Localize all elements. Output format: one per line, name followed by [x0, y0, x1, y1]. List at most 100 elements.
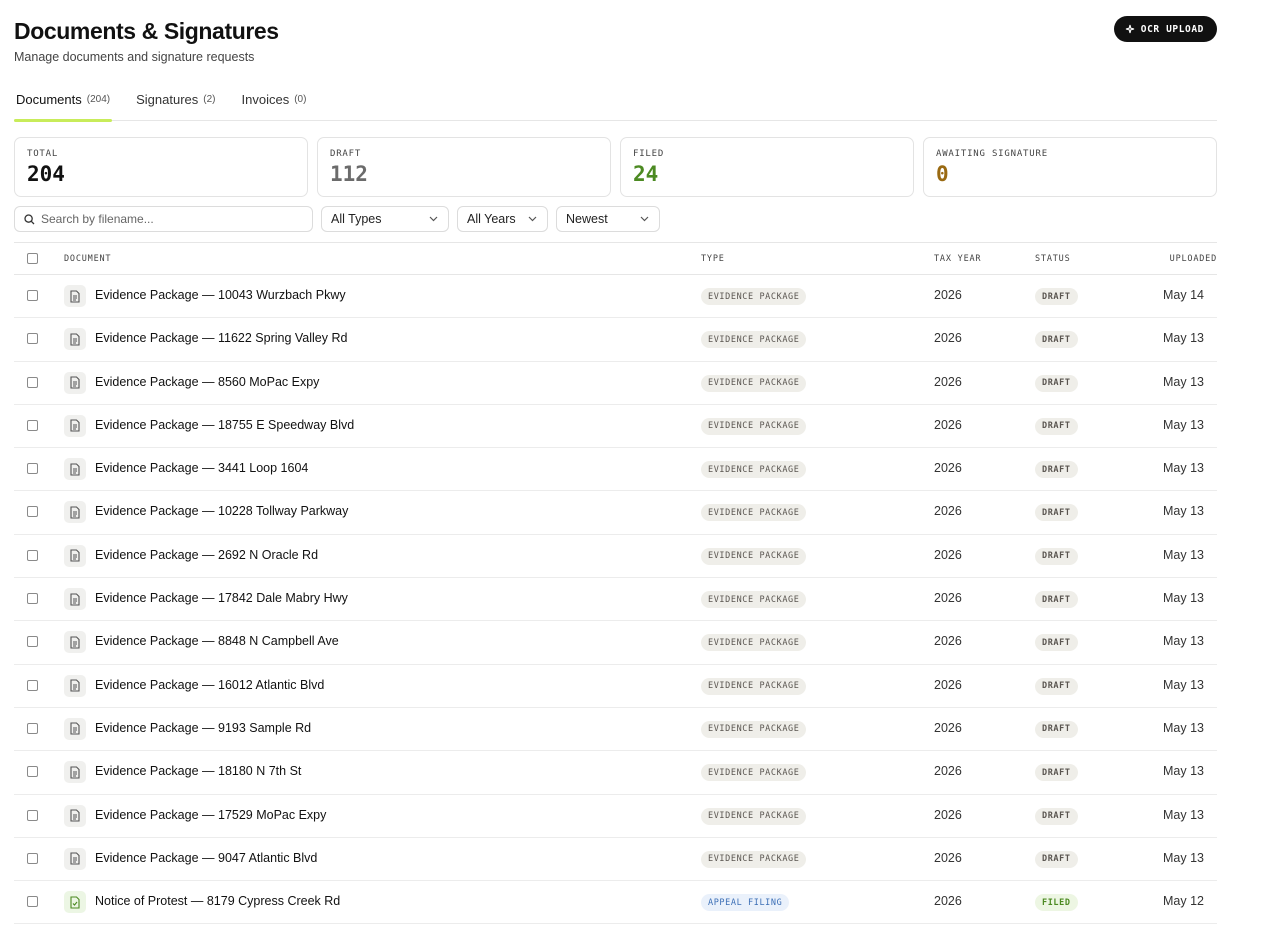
document-icon-wrap [64, 717, 86, 740]
document-name[interactable]: Evidence Package — 18755 E Speedway Blvd [95, 418, 354, 432]
chevron-down-icon [640, 216, 649, 222]
column-header-type[interactable]: TYPE [701, 254, 725, 264]
row-checkbox[interactable] [27, 679, 38, 691]
document-name[interactable]: Evidence Package — 18180 N 7th St [95, 764, 301, 778]
table-row[interactable]: Evidence Package — 8560 MoPac Expy EVIDE… [14, 362, 1217, 405]
status-badge: DRAFT [1035, 634, 1078, 652]
tax-year: 2026 [934, 807, 962, 822]
status-badge: DRAFT [1035, 331, 1078, 349]
type-filter-select[interactable]: All Types [321, 206, 449, 232]
type-badge: EVIDENCE PACKAGE [701, 374, 807, 392]
tax-year: 2026 [934, 677, 962, 692]
row-checkbox[interactable] [27, 722, 38, 734]
tab-label: Invoices [241, 92, 290, 107]
row-checkbox[interactable] [27, 333, 38, 345]
row-checkbox[interactable] [27, 766, 38, 778]
page-subtitle: Manage documents and signature requests [14, 50, 255, 64]
stat-label: AWAITING SIGNATURE [936, 149, 1048, 159]
uploaded-date: May 12 [1163, 894, 1204, 909]
search-input[interactable] [41, 212, 291, 226]
tax-year: 2026 [934, 634, 962, 649]
document-name[interactable]: Evidence Package — 8560 MoPac Expy [95, 375, 319, 389]
row-checkbox[interactable] [27, 376, 38, 388]
document-icon-wrap [64, 371, 86, 394]
table-row[interactable]: Notice of Protest — 8179 Cypress Creek R… [14, 881, 1217, 925]
table-row[interactable]: Evidence Package — 9047 Atlantic Blvd EV… [14, 838, 1217, 882]
type-badge: EVIDENCE PACKAGE [701, 850, 807, 868]
document-name[interactable]: Evidence Package — 17842 Dale Mabry Hwy [95, 591, 348, 605]
table-row[interactable]: Evidence Package — 18180 N 7th St EVIDEN… [14, 751, 1217, 795]
table-row[interactable]: Evidence Package — 8848 N Campbell Ave E… [14, 621, 1217, 665]
document-name[interactable]: Evidence Package — 10043 Wurzbach Pkwy [95, 288, 346, 302]
table-row[interactable]: Evidence Package — 2692 N Oracle Rd EVID… [14, 535, 1217, 579]
table-row[interactable]: Evidence Package — 17529 MoPac Expy EVID… [14, 795, 1217, 838]
status-badge: DRAFT [1035, 720, 1078, 738]
tab-invoices[interactable]: Invoices (0) [240, 83, 309, 121]
stat-value: 112 [330, 162, 368, 186]
row-checkbox[interactable] [27, 636, 38, 648]
column-header-status[interactable]: STATUS [1035, 254, 1071, 264]
document-name[interactable]: Evidence Package — 3441 Loop 1604 [95, 461, 308, 475]
uploaded-date: May 13 [1163, 850, 1204, 865]
row-checkbox[interactable] [27, 506, 38, 518]
column-header-tax-year[interactable]: TAX YEAR [934, 254, 981, 264]
table-row[interactable]: Evidence Package — 9193 Sample Rd EVIDEN… [14, 708, 1217, 752]
row-checkbox[interactable] [27, 593, 38, 605]
document-name[interactable]: Evidence Package — 16012 Atlantic Blvd [95, 678, 324, 692]
document-icon-wrap [64, 458, 86, 481]
year-filter-select[interactable]: All Years [457, 206, 548, 232]
tab-documents[interactable]: Documents (204) [14, 83, 113, 122]
document-name[interactable]: Evidence Package — 17529 MoPac Expy [95, 808, 326, 822]
document-name[interactable]: Evidence Package — 11622 Spring Valley R… [95, 331, 347, 345]
document-name[interactable]: Evidence Package — 9047 Atlantic Blvd [95, 851, 317, 865]
stat-card-filed: FILED 24 [620, 137, 914, 197]
document-name[interactable]: Evidence Package — 8848 N Campbell Ave [95, 634, 339, 648]
stat-value: 0 [936, 162, 949, 186]
uploaded-date: May 13 [1163, 461, 1204, 476]
stat-value: 204 [27, 162, 65, 186]
document-name[interactable]: Evidence Package — 2692 N Oracle Rd [95, 548, 318, 562]
select-all-checkbox[interactable] [27, 253, 38, 264]
row-checkbox[interactable] [27, 852, 38, 864]
document-icon-wrap [64, 761, 86, 784]
table-row[interactable]: Evidence Package — 10228 Tollway Parkway… [14, 491, 1217, 535]
stat-card-draft: DRAFT 112 [317, 137, 611, 197]
row-checkbox[interactable] [27, 896, 38, 908]
row-checkbox[interactable] [27, 463, 38, 475]
tab-signatures[interactable]: Signatures (2) [134, 83, 217, 121]
table-row[interactable]: Evidence Package — 18755 E Speedway Blvd… [14, 405, 1217, 449]
row-checkbox[interactable] [27, 549, 38, 561]
column-header-document[interactable]: DOCUMENT [64, 254, 111, 264]
document-icon [70, 809, 80, 822]
type-badge: EVIDENCE PACKAGE [701, 461, 807, 479]
uploaded-date: May 13 [1163, 807, 1204, 822]
document-name[interactable]: Evidence Package — 9193 Sample Rd [95, 721, 311, 735]
document-name[interactable]: Notice of Protest — 8179 Cypress Creek R… [95, 894, 340, 908]
table-row[interactable]: Evidence Package — 3441 Loop 1604 EVIDEN… [14, 448, 1217, 492]
document-icon [70, 679, 80, 692]
tax-year: 2026 [934, 417, 962, 432]
status-badge: FILED [1035, 894, 1078, 912]
row-checkbox[interactable] [27, 290, 38, 301]
row-checkbox[interactable] [27, 419, 38, 431]
column-header-uploaded[interactable]: UPLOADED [1170, 254, 1217, 264]
uploaded-date: May 13 [1163, 331, 1204, 346]
table-row[interactable]: Evidence Package — 10043 Wurzbach Pkwy E… [14, 275, 1217, 319]
sort-select[interactable]: Newest [556, 206, 660, 232]
document-icon [70, 419, 80, 432]
document-icon-wrap [64, 631, 86, 654]
type-badge: EVIDENCE PACKAGE [701, 764, 807, 782]
row-checkbox[interactable] [27, 809, 38, 821]
ocr-upload-button[interactable]: OCR UPLOAD [1113, 16, 1217, 42]
table-row[interactable]: Evidence Package — 11622 Spring Valley R… [14, 318, 1217, 362]
table-row[interactable]: Evidence Package — 17842 Dale Mabry Hwy … [14, 578, 1217, 622]
document-icon [70, 376, 80, 389]
table-header: DOCUMENT TYPE TAX YEAR STATUS UPLOADED [14, 242, 1217, 275]
tax-year: 2026 [934, 288, 962, 302]
document-icon-wrap [64, 285, 86, 307]
document-icon [70, 289, 80, 303]
document-name[interactable]: Evidence Package — 10228 Tollway Parkway [95, 504, 348, 518]
table-row[interactable]: Evidence Package — 16012 Atlantic Blvd E… [14, 665, 1217, 708]
uploaded-date: May 13 [1163, 764, 1204, 779]
document-icon [70, 333, 80, 346]
